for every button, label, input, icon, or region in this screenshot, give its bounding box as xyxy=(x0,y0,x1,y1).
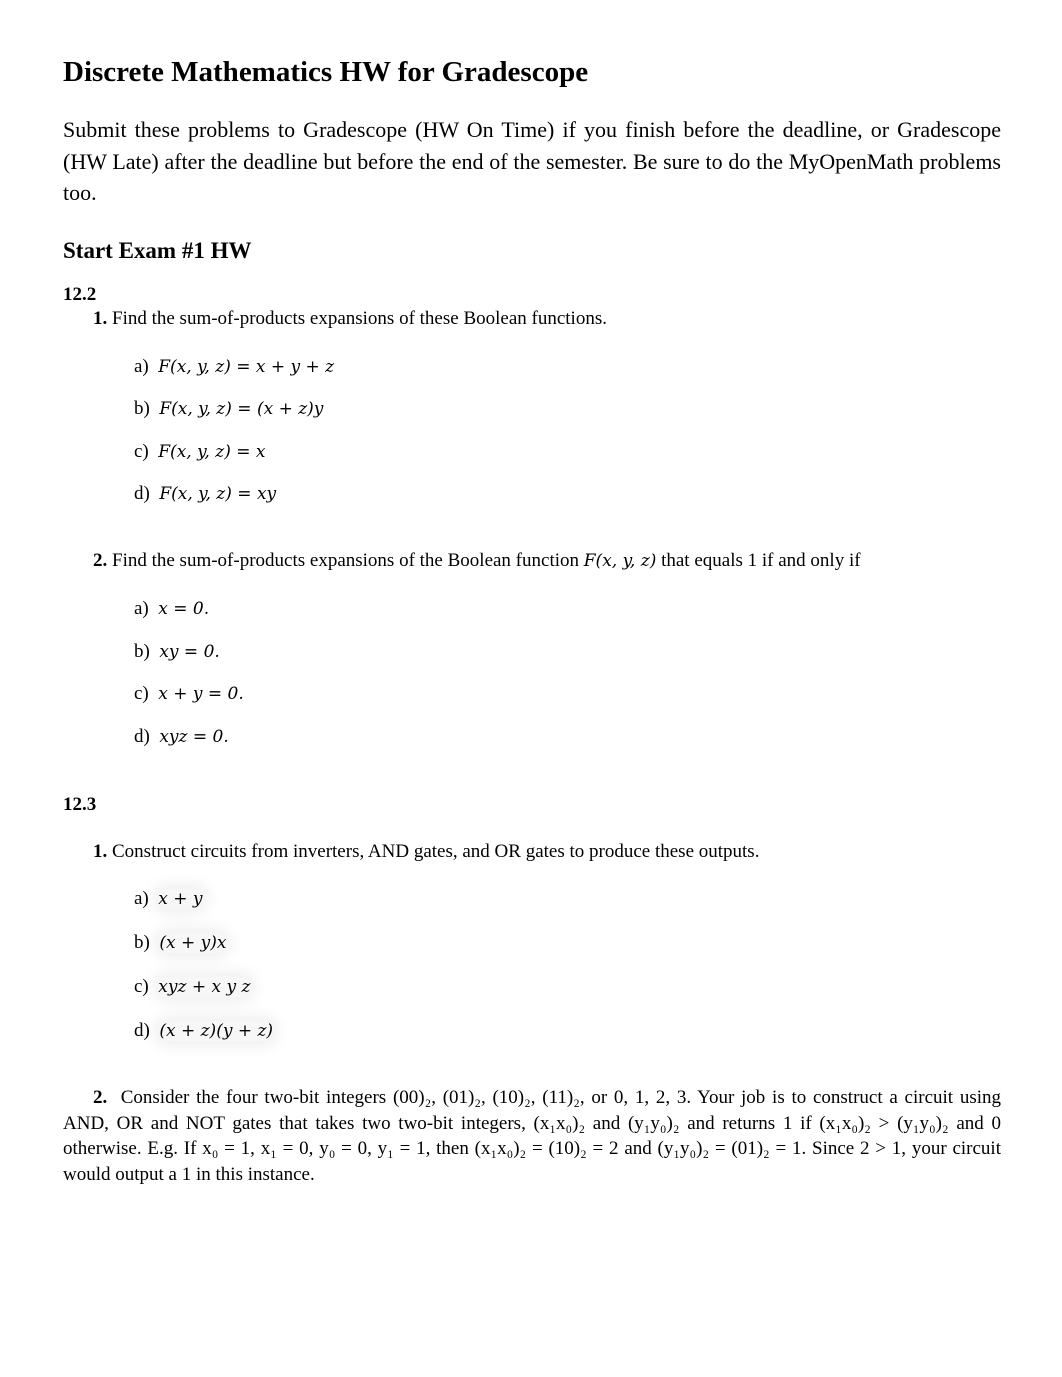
list-item: a) F(x, y, z) = x + y + z xyxy=(134,356,335,377)
math-expression: (x + z)(y + z) xyxy=(159,1021,274,1041)
list-item: d) (x + z)(y + z) xyxy=(134,1020,274,1041)
list-item: a) x = 0. xyxy=(134,598,210,619)
math-expression: F(x, y, z) = x xyxy=(158,442,266,462)
problem-number: 1. xyxy=(93,308,108,329)
list-item: c) x + y = 0. xyxy=(134,683,244,704)
problem-number: 2. xyxy=(93,1087,108,1108)
problem-12-2-1: 1. Find the sum-of-products expansions o… xyxy=(93,308,607,330)
list-item: a) x + y xyxy=(134,888,203,909)
list-item: c) xyz + x y z xyxy=(134,976,251,997)
math-expression: xy = 0. xyxy=(159,642,220,662)
page-title: Discrete Mathematics HW for Gradescope xyxy=(63,56,589,88)
math-expression: xyz + x y z xyxy=(158,977,251,997)
list-item: d) xyz = 0. xyxy=(134,726,229,747)
problem-number: 2. xyxy=(93,550,108,571)
math-expression: F(x, y, z) = xy xyxy=(159,484,277,504)
math-expression: F(x, y, z) xyxy=(583,551,657,571)
list-item: c) F(x, y, z) = x xyxy=(134,441,266,462)
problem-text: Construct circuits from inverters, AND g… xyxy=(112,841,760,862)
math-expression: F(x, y, z) = (x + z)y xyxy=(159,399,324,419)
list-item: b) F(x, y, z) = (x + z)y xyxy=(134,398,324,419)
intro-paragraph: Submit these problems to Gradescope (HW … xyxy=(63,117,1001,205)
math-expression: x = 0. xyxy=(158,599,210,619)
math-expression: x + y = 0. xyxy=(158,684,244,704)
math-expression: F(x, y, z) = x + y + z xyxy=(158,357,335,377)
list-item: d) F(x, y, z) = xy xyxy=(134,483,277,504)
problem-text: Consider the four two-bit integers (00)₂… xyxy=(63,1087,1001,1185)
section-heading: Start Exam #1 HW xyxy=(63,238,252,263)
problem-text: Find the sum-of-products expansions of t… xyxy=(112,308,607,329)
section-label-12-3: 12.3 xyxy=(63,794,97,815)
problem-12-3-1: 1. Construct circuits from inverters, AN… xyxy=(93,841,759,863)
section-label-12-2: 12.2 xyxy=(63,284,97,305)
math-expression: (x + y)x xyxy=(159,933,227,953)
math-expression: xyz = 0. xyxy=(159,727,229,747)
problem-12-3-2: 2. Consider the four two-bit integers (0… xyxy=(63,1085,1001,1187)
math-expression: x + y xyxy=(158,889,203,909)
list-item: b) (x + y)x xyxy=(134,932,227,953)
problem-number: 1. xyxy=(93,841,108,862)
list-item: b) xy = 0. xyxy=(134,641,220,662)
problem-12-2-2: 2. Find the sum-of-products expansions o… xyxy=(93,550,861,571)
